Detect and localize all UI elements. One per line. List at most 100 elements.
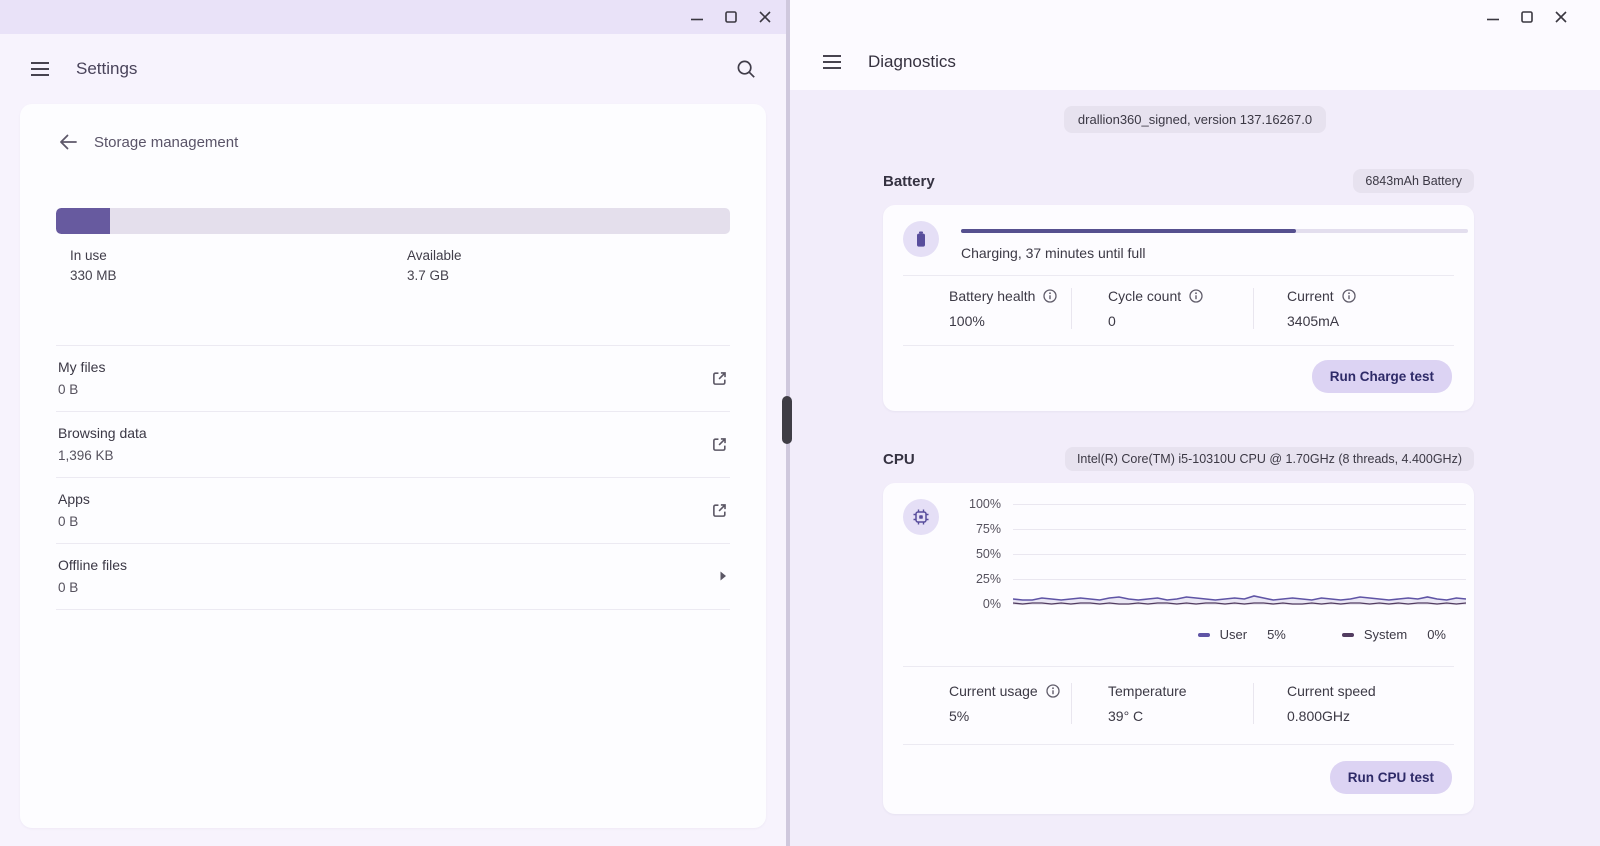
- storage-available: Available 3.7 GB: [393, 248, 730, 283]
- cpu-chart-row: 100% 75% 50% 25% 0%: [883, 483, 1474, 666]
- info-icon[interactable]: [1189, 289, 1203, 303]
- page-subtitle: Storage management: [94, 134, 238, 151]
- list-item-offline-files[interactable]: Offline files 0 B: [56, 544, 730, 610]
- search-button[interactable]: [730, 53, 762, 85]
- battery-card: Charging, 37 minutes until full Battery …: [883, 205, 1474, 411]
- maximize-button[interactable]: [1514, 4, 1540, 30]
- close-button[interactable]: [1548, 4, 1574, 30]
- available-value: 3.7 GB: [407, 268, 730, 283]
- chevron-right-icon[interactable]: [718, 570, 728, 582]
- minimize-icon: [691, 11, 703, 23]
- list-item-my-files[interactable]: My files 0 B: [56, 346, 730, 412]
- cpu-card: 100% 75% 50% 25% 0%: [883, 483, 1474, 814]
- back-arrow-icon: [58, 132, 78, 152]
- storage-usage-bar: [56, 208, 730, 234]
- stat-label: Current speed: [1287, 683, 1376, 699]
- storage-bar-fill: [56, 208, 110, 234]
- info-icon[interactable]: [1342, 289, 1356, 303]
- stat-label-row: Battery health: [949, 288, 1071, 304]
- back-button[interactable]: [56, 130, 80, 154]
- item-label: Browsing data: [58, 425, 147, 441]
- battery-section-header: Battery 6843mAh Battery: [883, 169, 1474, 193]
- battery-icon: [912, 230, 930, 248]
- legend-value: 0%: [1427, 627, 1446, 642]
- cpu-chart-plot: [1013, 501, 1466, 605]
- stat-label-row: Current usage: [949, 683, 1071, 699]
- run-charge-test-button[interactable]: Run Charge test: [1312, 360, 1452, 393]
- battery-capacity-badge: 6843mAh Battery: [1353, 169, 1474, 193]
- stat-value: 39° C: [1108, 708, 1253, 724]
- battery-action-row: Run Charge test: [883, 346, 1474, 411]
- search-icon: [736, 59, 756, 79]
- cpu-chip-icon: [912, 508, 930, 526]
- y-tick-75: 75%: [961, 522, 1001, 536]
- battery-progress-fill: [961, 229, 1296, 233]
- split-view-resize-handle[interactable]: [782, 396, 792, 444]
- stat-value: 0.800GHz: [1287, 708, 1454, 724]
- cpu-usage-chart-svg: [1013, 501, 1466, 605]
- list-item-text: My files 0 B: [58, 359, 105, 397]
- maximize-icon: [725, 11, 737, 23]
- open-in-new-icon[interactable]: [711, 370, 728, 387]
- storage-management-panel: Storage management In use 330 MB Availab…: [20, 104, 766, 828]
- stat-label: Current: [1287, 288, 1334, 304]
- y-tick-25: 25%: [961, 572, 1001, 586]
- page-title: Diagnostics: [868, 52, 956, 72]
- stat-label: Current usage: [949, 683, 1038, 699]
- in-use-value: 330 MB: [70, 268, 393, 283]
- stat-temperature: Temperature 39° C: [1071, 683, 1253, 724]
- cpu-section-title: CPU: [883, 451, 915, 468]
- minimize-button[interactable]: [1480, 4, 1506, 30]
- battery-section: Battery 6843mAh Battery Charging, 37 min…: [883, 169, 1474, 411]
- list-item-apps[interactable]: Apps 0 B: [56, 478, 730, 544]
- battery-status-row: Charging, 37 minutes until full: [883, 205, 1474, 275]
- menu-button[interactable]: [816, 46, 848, 78]
- stat-value: 100%: [949, 313, 1071, 329]
- battery-status-main: Charging, 37 minutes until full: [961, 221, 1468, 261]
- stat-value: 3405mA: [1287, 313, 1454, 329]
- stat-current-usage: Current usage 5%: [949, 683, 1071, 724]
- open-in-new-icon[interactable]: [711, 502, 728, 519]
- run-cpu-test-button[interactable]: Run CPU test: [1330, 761, 1452, 794]
- item-label: My files: [58, 359, 105, 375]
- legend-label: User: [1220, 627, 1247, 642]
- stat-label: Battery health: [949, 288, 1035, 304]
- open-in-new-icon[interactable]: [711, 436, 728, 453]
- info-icon[interactable]: [1046, 684, 1060, 698]
- stat-label-row: Current: [1287, 288, 1454, 304]
- cpu-usage-chart: 100% 75% 50% 25% 0%: [961, 501, 1466, 605]
- list-item-text: Offline files 0 B: [58, 557, 127, 595]
- legend-user: User 5%: [1198, 627, 1286, 642]
- maximize-button[interactable]: [718, 4, 744, 30]
- legend-label: System: [1364, 627, 1407, 642]
- settings-window: Settings Storage management In use 330 M…: [0, 0, 786, 846]
- stat-label-row: Temperature: [1108, 683, 1253, 699]
- cpu-stats: Current usage 5% Temperature 39° C Cu: [883, 667, 1474, 744]
- stat-current: Current 3405mA: [1253, 288, 1454, 329]
- y-tick-100: 100%: [961, 497, 1001, 511]
- info-icon[interactable]: [1043, 289, 1057, 303]
- list-item-text: Apps 0 B: [58, 491, 90, 529]
- list-item-text: Browsing data 1,396 KB: [58, 425, 147, 463]
- cpu-chart-legend: User 5% System 0%: [961, 627, 1466, 646]
- list-item-browsing-data[interactable]: Browsing data 1,396 KB: [56, 412, 730, 478]
- storage-labels: In use 330 MB Available 3.7 GB: [56, 248, 730, 283]
- stat-value: 5%: [949, 708, 1071, 724]
- y-tick-50: 50%: [961, 547, 1001, 561]
- close-icon: [1555, 11, 1567, 23]
- breadcrumb: Storage management: [20, 104, 766, 154]
- settings-titlebar[interactable]: [0, 0, 786, 34]
- minimize-button[interactable]: [684, 4, 710, 30]
- menu-button[interactable]: [24, 53, 56, 85]
- stat-value: 0: [1108, 313, 1253, 329]
- minimize-icon: [1487, 11, 1499, 23]
- stat-label-row: Cycle count: [1108, 288, 1253, 304]
- menu-icon: [822, 54, 842, 70]
- diagnostics-header: Diagnostics: [790, 34, 1600, 90]
- y-tick-0: 0%: [961, 597, 1001, 611]
- cpu-icon-circle: [903, 499, 939, 535]
- close-button[interactable]: [752, 4, 778, 30]
- diagnostics-body: drallion360_signed, version 137.16267.0 …: [790, 90, 1600, 814]
- diagnostics-titlebar[interactable]: [790, 0, 1600, 34]
- diagnostics-top-bar: Diagnostics: [790, 0, 1600, 90]
